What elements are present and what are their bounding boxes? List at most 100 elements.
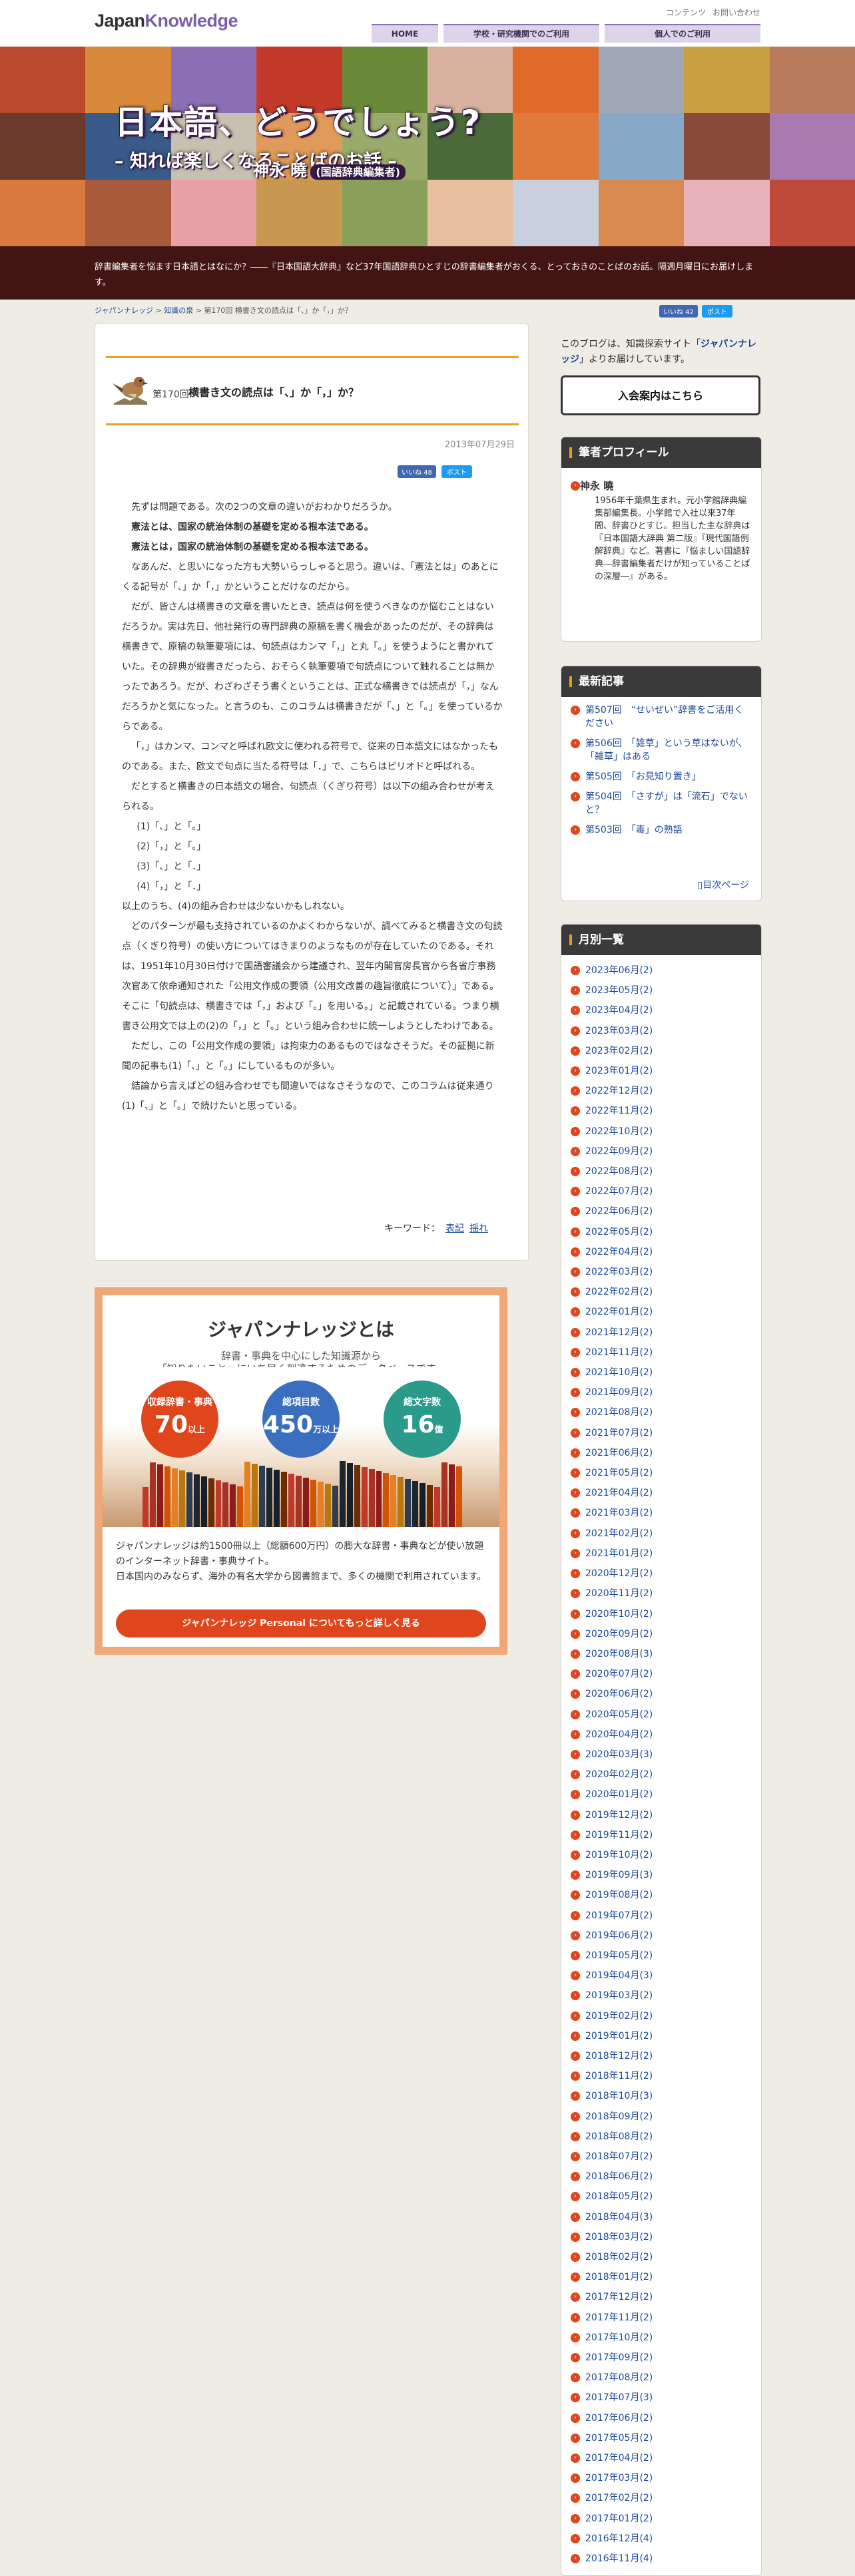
month-archive-link[interactable]: › 2021年08月(2): [571, 1402, 752, 1422]
month-archive-link[interactable]: › 2023年04月(2): [571, 1000, 752, 1020]
article-facebook-like-button[interactable]: いいね 48: [398, 465, 436, 478]
month-archive-link[interactable]: › 2019年05月(2): [571, 1946, 752, 1966]
month-archive-link[interactable]: › 2018年12月(2): [571, 2046, 752, 2066]
learn-more-button[interactable]: ジャパンナレッジ Personal についてもっと詳しく見る: [116, 1610, 486, 1637]
latest-article-link[interactable]: › 第503回 「毒」の熟語: [571, 823, 752, 837]
month-archive-link[interactable]: › 2021年09月(2): [571, 1383, 752, 1402]
month-archive-link[interactable]: › 2019年12月(2): [571, 1805, 752, 1825]
month-archive-link[interactable]: › 2022年03月(2): [571, 1262, 752, 1282]
month-archive-link[interactable]: › 2020年09月(2): [571, 1624, 752, 1644]
keyword-link[interactable]: 揺れ: [469, 1223, 488, 1234]
month-archive-link[interactable]: › 2018年10月(3): [571, 2086, 752, 2106]
month-archive-link[interactable]: › 2021年07月(2): [571, 1423, 752, 1443]
month-archive-link[interactable]: › 2019年10月(2): [571, 1845, 752, 1865]
month-archive-link[interactable]: › 2021年01月(2): [571, 1544, 752, 1564]
month-archive-link[interactable]: › 2019年08月(2): [571, 1885, 752, 1905]
latest-article-link[interactable]: › 第506回 「雑草」という草はないが、「雑草」はある: [571, 737, 752, 763]
month-archive-link[interactable]: › 2019年02月(2): [571, 2006, 752, 2026]
month-archive-link[interactable]: › 2019年11月(2): [571, 1825, 752, 1845]
month-archive-link[interactable]: › 2017年05月(2): [571, 2428, 752, 2448]
nav-personal[interactable]: 個人でのご利用: [605, 24, 760, 43]
month-archive-link[interactable]: › 2018年02月(2): [571, 2247, 752, 2267]
breadcrumb-section[interactable]: 知識の泉: [164, 306, 193, 315]
breadcrumb-home[interactable]: ジャパンナレッジ: [95, 306, 153, 315]
month-archive-link[interactable]: › 2020年03月(3): [571, 1745, 752, 1765]
month-archive-link[interactable]: › 2018年11月(2): [571, 2066, 752, 2086]
month-archive-link[interactable]: › 2020年08月(3): [571, 1644, 752, 1664]
month-archive-link[interactable]: › 2021年10月(2): [571, 1363, 752, 1383]
month-archive-link[interactable]: › 2021年02月(2): [571, 1524, 752, 1544]
month-archive-link[interactable]: › 2017年02月(2): [571, 2488, 752, 2508]
month-archive-link[interactable]: › 2020年04月(2): [571, 1725, 752, 1745]
month-archive-link[interactable]: › 2017年10月(2): [571, 2328, 752, 2348]
month-archive-link[interactable]: › 2018年06月(2): [571, 2167, 752, 2187]
month-archive-link[interactable]: › 2020年02月(2): [571, 1765, 752, 1785]
month-archive-link[interactable]: › 2021年12月(2): [571, 1323, 752, 1343]
month-archive-link[interactable]: › 2017年08月(2): [571, 2368, 752, 2388]
facebook-like-button[interactable]: いいね 42: [659, 305, 698, 318]
month-archive-link[interactable]: › 2017年12月(2): [571, 2287, 752, 2307]
month-archive-link[interactable]: › 2019年06月(2): [571, 1926, 752, 1946]
month-archive-link[interactable]: › 2023年06月(2): [571, 961, 752, 980]
month-archive-link[interactable]: › 2023年03月(2): [571, 1021, 752, 1041]
month-archive-link[interactable]: › 2019年03月(2): [571, 1986, 752, 2006]
month-archive-link[interactable]: › 2017年07月(3): [571, 2388, 752, 2408]
month-archive-link[interactable]: › 2019年09月(3): [571, 1865, 752, 1885]
month-archive-link[interactable]: › 2018年01月(2): [571, 2267, 752, 2287]
month-archive-link[interactable]: › 2021年03月(2): [571, 1503, 752, 1523]
month-archive-link[interactable]: › 2017年09月(2): [571, 2348, 752, 2368]
month-archive-link[interactable]: › 2018年03月(2): [571, 2227, 752, 2247]
util-link-contents[interactable]: コンテンツ: [666, 8, 706, 17]
month-archive-link[interactable]: › 2022年07月(2): [571, 1181, 752, 1201]
month-archive-link[interactable]: › 2022年01月(2): [571, 1302, 752, 1322]
month-archive-link[interactable]: › 2022年04月(2): [571, 1242, 752, 1262]
util-link-contact[interactable]: お問い合わせ: [712, 8, 760, 17]
latest-article-link[interactable]: › 第507回 “せいぜい”辞書をご活用ください: [571, 704, 752, 730]
month-archive-link[interactable]: › 2017年06月(2): [571, 2408, 752, 2428]
latest-article-link[interactable]: › 第504回 「さすが」は「流石」でないと？: [571, 790, 752, 817]
month-archive-link[interactable]: › 2020年06月(2): [571, 1684, 752, 1704]
japanknowledge-logo[interactable]: JapanKnowledge: [95, 11, 238, 31]
month-archive-link[interactable]: › 2016年11月(4): [571, 2549, 752, 2569]
month-archive-link[interactable]: › 2021年06月(2): [571, 1443, 752, 1463]
month-archive-link[interactable]: › 2018年09月(2): [571, 2107, 752, 2127]
month-archive-link[interactable]: › 2022年06月(2): [571, 1201, 752, 1221]
nav-home[interactable]: HOME: [372, 24, 438, 43]
month-archive-link[interactable]: › 2019年01月(2): [571, 2026, 752, 2046]
month-archive-link[interactable]: › 2018年04月(3): [571, 2207, 752, 2227]
month-archive-link[interactable]: › 2021年11月(2): [571, 1343, 752, 1363]
index-page-link[interactable]: ▯目次ページ: [698, 878, 749, 891]
month-archive-link[interactable]: › 2020年12月(2): [571, 1564, 752, 1584]
keyword-link[interactable]: 表記: [445, 1223, 464, 1234]
month-archive-link[interactable]: › 2022年09月(2): [571, 1142, 752, 1162]
month-archive-link[interactable]: › 2023年05月(2): [571, 980, 752, 1000]
month-archive-link[interactable]: › 2016年12月(4): [571, 2529, 752, 2549]
month-archive-link[interactable]: › 2021年05月(2): [571, 1463, 752, 1483]
month-archive-link[interactable]: › 2022年10月(2): [571, 1122, 752, 1142]
month-archive-link[interactable]: › 2022年02月(2): [571, 1282, 752, 1302]
article-x-post-button[interactable]: ポスト: [441, 465, 472, 478]
month-archive-link[interactable]: › 2022年05月(2): [571, 1222, 752, 1242]
month-archive-link[interactable]: › 2020年11月(2): [571, 1584, 752, 1604]
membership-button[interactable]: 入会案内はこちら: [561, 375, 760, 415]
month-archive-link[interactable]: › 2018年07月(2): [571, 2147, 752, 2167]
month-archive-link[interactable]: › 2018年05月(2): [571, 2187, 752, 2207]
month-archive-link[interactable]: › 2018年08月(2): [571, 2127, 752, 2147]
month-archive-link[interactable]: › 2023年02月(2): [571, 1041, 752, 1061]
month-archive-link[interactable]: › 2019年07月(2): [571, 1906, 752, 1926]
nav-institutions[interactable]: 学校・研究機関でのご利用: [443, 24, 599, 43]
month-archive-link[interactable]: › 2020年01月(2): [571, 1785, 752, 1805]
month-archive-link[interactable]: › 2023年01月(2): [571, 1061, 752, 1081]
x-post-button[interactable]: ポスト: [701, 305, 732, 318]
latest-article-link[interactable]: › 第505回 「お見知り置き」: [571, 770, 752, 783]
month-archive-link[interactable]: › 2017年01月(2): [571, 2509, 752, 2529]
month-archive-link[interactable]: › 2017年11月(2): [571, 2308, 752, 2328]
month-archive-link[interactable]: › 2017年04月(2): [571, 2448, 752, 2468]
month-archive-link[interactable]: › 2022年12月(2): [571, 1081, 752, 1101]
month-archive-link[interactable]: › 2022年08月(2): [571, 1162, 752, 1181]
month-archive-link[interactable]: › 2020年10月(2): [571, 1604, 752, 1624]
month-archive-link[interactable]: › 2020年05月(2): [571, 1705, 752, 1725]
month-archive-link[interactable]: › 2021年04月(2): [571, 1483, 752, 1503]
month-archive-link[interactable]: › 2019年04月(3): [571, 1966, 752, 1986]
month-archive-link[interactable]: › 2022年11月(2): [571, 1101, 752, 1121]
